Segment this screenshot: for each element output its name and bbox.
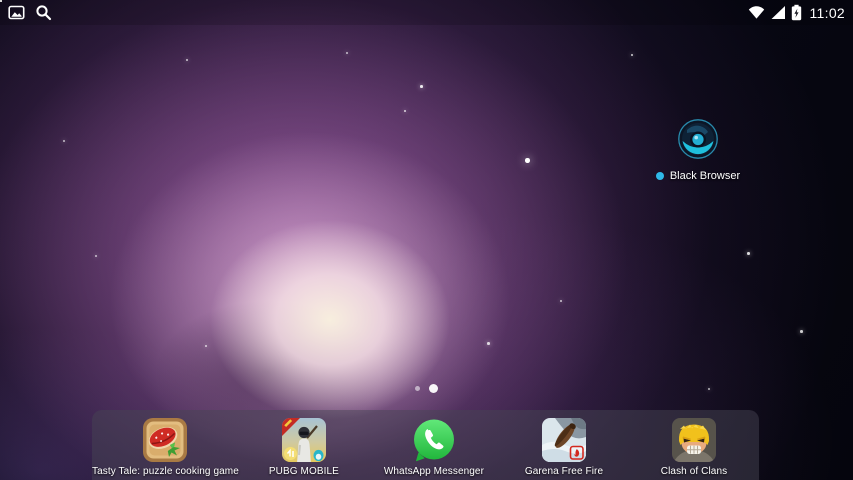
dock-app-garena-free-fire[interactable]: Garena Free Fire [499,417,629,477]
black-browser-icon [677,118,719,160]
status-bar[interactable]: 11:02 [0,0,853,25]
new-app-dot-icon [656,172,664,180]
status-bar-clock: 11:02 [810,5,846,21]
wifi-icon [748,5,765,20]
dock-app-label: Clash of Clans [661,466,727,477]
star-field [0,0,853,480]
dock-app-label: Tasty Tale: puzzle cooking game [92,466,239,477]
dock-app-label: PUBG MOBILE [269,466,339,477]
search-notification-icon [35,4,52,21]
page-dot-icon [415,386,420,391]
shortcut-caption: Black Browser [656,170,740,182]
battery-charging-icon [791,4,802,21]
garena-free-fire-icon [541,417,587,463]
clash-of-clans-icon [671,417,717,463]
pubg-mobile-icon [281,417,327,463]
status-bar-notification-area [8,4,52,21]
shortcut-label: Black Browser [670,170,740,182]
dock-app-pubg-mobile[interactable]: PUBG MOBILE [239,417,369,477]
dock-app-label: WhatsApp Messenger [384,466,484,477]
dock-panel: Tasty Tale: puzzle cooking game [92,410,759,480]
dock-app-tasty-tale[interactable]: Tasty Tale: puzzle cooking game [92,417,239,477]
page-indicator [0,384,853,393]
dock-app-label: Garena Free Fire [525,466,603,477]
shortcut-black-browser[interactable]: Black Browser [650,118,746,182]
page-dot-icon [429,384,438,393]
tasty-tale-icon [142,417,188,463]
status-bar-system-area: 11:02 [748,4,846,21]
whatsapp-icon [411,417,457,463]
dock-app-clash-of-clans[interactable]: Clash of Clans [629,417,759,477]
dock-app-whatsapp[interactable]: WhatsApp Messenger [369,417,499,477]
image-notification-icon [8,4,25,21]
cellular-signal-icon [770,5,786,20]
home-screen-wallpaper[interactable] [0,0,853,480]
